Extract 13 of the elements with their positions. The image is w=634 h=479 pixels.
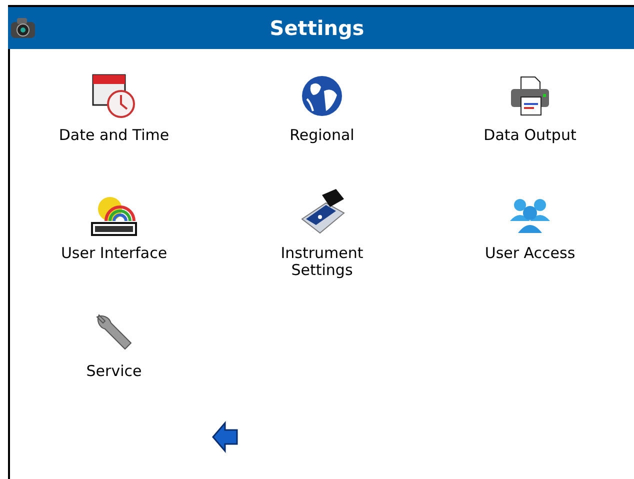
back-arrow-icon bbox=[211, 421, 239, 453]
calendar-clock-icon bbox=[91, 73, 137, 119]
window-title: Settings bbox=[268, 15, 366, 42]
globe-icon bbox=[299, 73, 345, 119]
settings-item[interactable]: Instrument Settings bbox=[218, 181, 426, 291]
back-button[interactable] bbox=[210, 421, 240, 453]
settings-item[interactable]: Regional bbox=[218, 63, 426, 173]
settings-item[interactable]: Date and Time bbox=[10, 63, 218, 173]
settings-item[interactable]: User Interface bbox=[10, 181, 218, 291]
settings-item[interactable]: Data Output bbox=[426, 63, 634, 173]
settings-item[interactable]: User Access bbox=[426, 181, 634, 291]
settings-item[interactable]: Service bbox=[10, 299, 218, 409]
camera-icon bbox=[10, 17, 36, 39]
